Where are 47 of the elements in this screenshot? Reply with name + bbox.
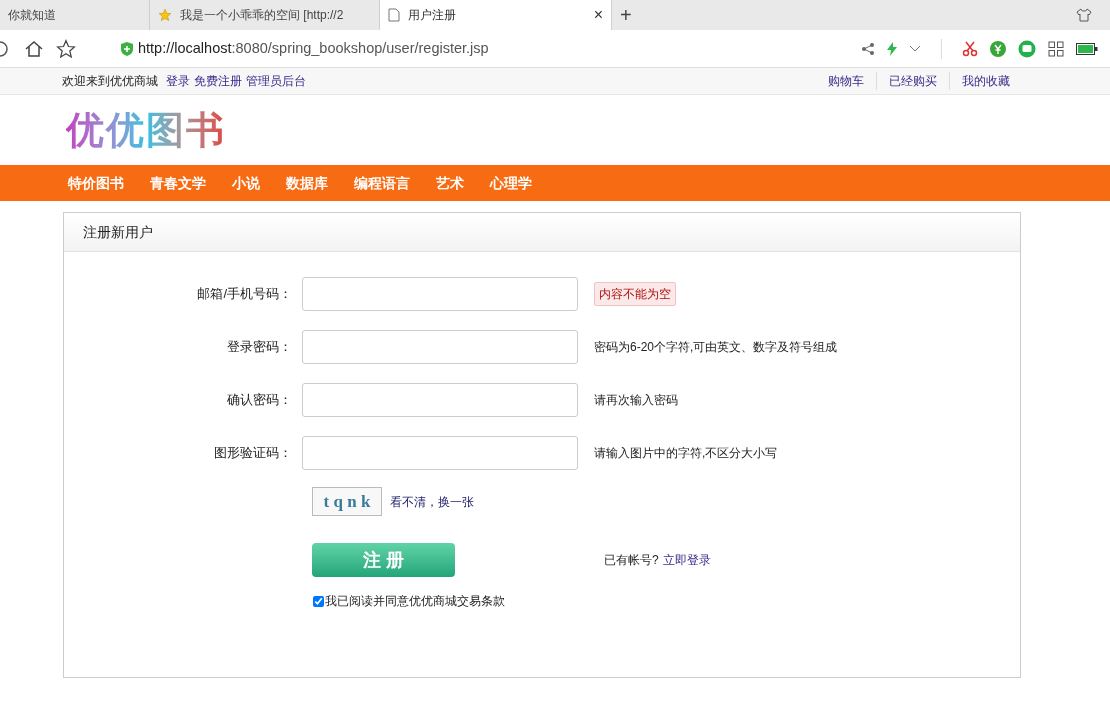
star-outline-icon[interactable] [56,38,76,59]
error-message: 内容不能为空 [594,282,676,306]
tab-title: 你就知道 [8,7,56,24]
page-icon [388,8,400,22]
field-label: 登录密码： [226,338,293,357]
tab-close-button[interactable]: × [593,3,603,27]
have-account-text: 已有帐号? [604,552,659,569]
field-label: 邮箱/手机号码： [196,285,293,304]
battery-icon[interactable] [1076,42,1098,55]
top-link[interactable]: 已经购买 [876,72,949,90]
share-icon[interactable] [861,41,875,56]
field-hint: 请输入图片中的字符,不区分大小写 [594,445,778,462]
captcha-image[interactable]: t q n k [312,487,382,516]
text-field[interactable] [302,277,578,311]
address-field[interactable]: http://localhost:8080/spring_bookshop/user/register.jsp [120,37,849,60]
agree-label: 我已阅读并同意优优商城交易条款 [325,593,505,610]
chat-icon[interactable] [1018,39,1036,58]
top-link[interactable]: 我的收藏 [949,72,1022,90]
top-link[interactable]: 免费注册 [194,72,242,90]
shirt-icon[interactable] [1076,7,1092,23]
agree-checkbox[interactable] [313,595,324,607]
chevron-down-icon[interactable] [909,44,921,53]
browser-tab[interactable]: 用户注册 × [380,0,612,30]
field-label: 图形验证码： [213,444,293,463]
top-link[interactable]: 购物车 [816,72,876,90]
top-link[interactable]: 管理员后台 [246,72,306,90]
home-icon[interactable] [24,38,44,59]
grid-icon[interactable] [1048,40,1064,57]
tab-title: 用户注册 [408,7,456,24]
login-link[interactable]: 立即登录 [662,551,711,569]
text-field[interactable] [302,330,578,364]
field-label: 确认密码： [226,391,293,410]
tab-title: 我是一个小乖乖的空间 [http://2 [180,7,344,24]
scissors-icon[interactable] [962,40,978,57]
welcome-text: 欢迎来到优优商城 [62,73,158,90]
lightning-icon[interactable] [887,41,897,56]
star-icon [158,8,172,22]
yen-icon[interactable] [990,40,1006,57]
field-hint: 请再次输入密码 [594,392,678,409]
refresh-captcha-link[interactable]: 看不清，换一张 [390,492,474,511]
field-hint: 密码为6-20个字符,可由英文、数字及符号组成 [594,339,838,356]
top-link[interactable]: 登录 [166,72,190,90]
new-tab-button[interactable]: + [612,0,640,30]
shield-icon [120,40,134,57]
form-title: 注册新用户 [83,222,153,242]
text-field[interactable] [302,436,578,470]
text-field[interactable] [302,383,578,417]
